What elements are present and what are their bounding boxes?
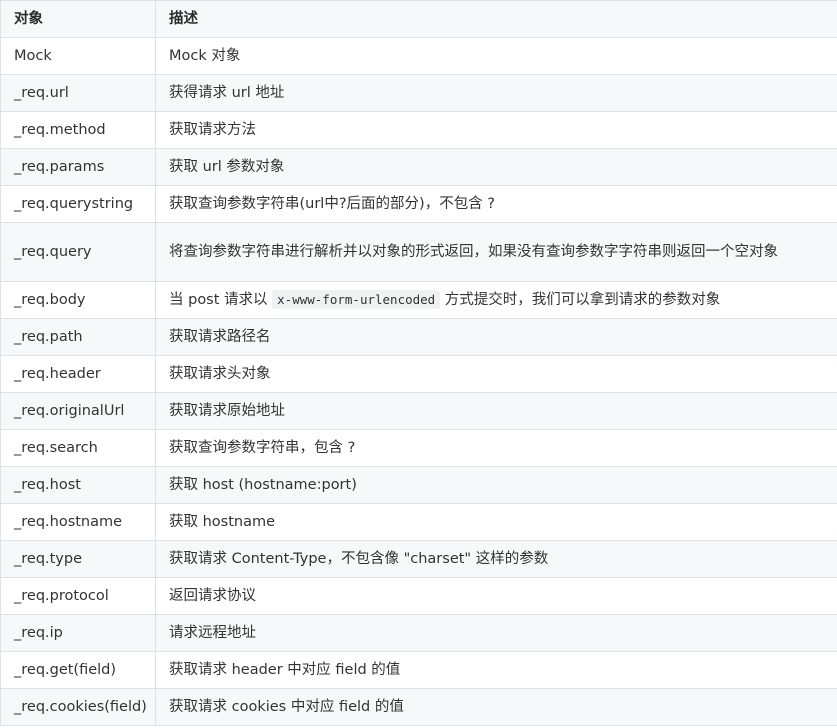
description-cell: 获取请求路径名 (155, 318, 837, 356)
object-cell: _req.hostname (0, 503, 156, 541)
description-cell: 获取查询参数字符串(url中?后面的部分)，不包含 ? (155, 185, 837, 223)
object-cell: _req.search (0, 429, 156, 467)
object-cell: _req.get(field) (0, 651, 156, 689)
table-row: _req.type 获取请求 Content-Type，不包含像 "charse… (0, 540, 837, 578)
table-row: _req.get(field) 获取请求 header 中对应 field 的值 (0, 651, 837, 689)
object-cell: _req.method (0, 111, 156, 149)
object-cell: _req.type (0, 540, 156, 578)
description-cell: 获得请求 url 地址 (155, 74, 837, 112)
table-row: _req.path 获取请求路径名 (0, 318, 837, 356)
description-cell: 获取请求头对象 (155, 355, 837, 393)
object-cell: _req.url (0, 74, 156, 112)
table-row: _req.header 获取请求头对象 (0, 355, 837, 393)
object-cell: _req.params (0, 148, 156, 186)
object-cell: _req.header (0, 355, 156, 393)
description-cell: 获取请求原始地址 (155, 392, 837, 430)
description-cell: 请求远程地址 (155, 614, 837, 652)
object-cell: _req.originalUrl (0, 392, 156, 430)
table-row: _req.url 获得请求 url 地址 (0, 74, 837, 112)
table-row: Mock Mock 对象 (0, 37, 837, 75)
table-row: _req.originalUrl 获取请求原始地址 (0, 392, 837, 430)
object-cell: _req.ip (0, 614, 156, 652)
description-cell: 返回请求协议 (155, 577, 837, 615)
description-cell: 获取请求 cookies 中对应 field 的值 (155, 688, 837, 726)
description-cell: 获取请求 Content-Type，不包含像 "charset" 这样的参数 (155, 540, 837, 578)
table-header-row: 对象 描述 (0, 0, 837, 38)
object-cell: Mock (0, 37, 156, 75)
description-cell: 将查询参数字符串进行解析并以对象的形式返回，如果没有查询参数字字符串则返回一个空… (155, 222, 837, 282)
table-row: _req.ip 请求远程地址 (0, 614, 837, 652)
object-cell: _req.query (0, 222, 156, 282)
description-cell: 获取查询参数字符串，包含 ? (155, 429, 837, 467)
description-text: 当 post 请求以 (169, 292, 273, 308)
description-cell: 获取 url 参数对象 (155, 148, 837, 186)
table-row: _req.body 当 post 请求以 x-www-form-urlencod… (0, 281, 837, 319)
object-cell: _req.querystring (0, 185, 156, 223)
table-row: _req.cookies(field) 获取请求 cookies 中对应 fie… (0, 688, 837, 726)
header-object: 对象 (0, 0, 156, 38)
description-cell: 获取 host (hostname:port) (155, 466, 837, 504)
table-row: _req.querystring 获取查询参数字符串(url中?后面的部分)，不… (0, 185, 837, 223)
table-row: _req.protocol 返回请求协议 (0, 577, 837, 615)
object-cell: _req.body (0, 281, 156, 319)
description-text: 方式提交时，我们可以拿到请求的参数对象 (440, 292, 721, 308)
table-row: _req.query 将查询参数字符串进行解析并以对象的形式返回，如果没有查询参… (0, 222, 837, 282)
description-cell: 获取请求方法 (155, 111, 837, 149)
table-row: _req.search 获取查询参数字符串，包含 ? (0, 429, 837, 467)
object-cell: _req.path (0, 318, 156, 356)
inline-code: x-www-form-urlencoded (272, 290, 441, 309)
header-description: 描述 (155, 0, 837, 38)
table-row: _req.params 获取 url 参数对象 (0, 148, 837, 186)
table-row: _req.hostname 获取 hostname (0, 503, 837, 541)
description-cell: 获取 hostname (155, 503, 837, 541)
api-table: 对象 描述 Mock Mock 对象 _req.url 获得请求 url 地址 … (0, 0, 837, 726)
description-cell: 获取请求 header 中对应 field 的值 (155, 651, 837, 689)
table-row: _req.host 获取 host (hostname:port) (0, 466, 837, 504)
description-cell: Mock 对象 (155, 37, 837, 75)
object-cell: _req.protocol (0, 577, 156, 615)
object-cell: _req.host (0, 466, 156, 504)
description-cell: 当 post 请求以 x-www-form-urlencoded 方式提交时，我… (155, 281, 837, 319)
table-row: _req.method 获取请求方法 (0, 111, 837, 149)
object-cell: _req.cookies(field) (0, 688, 156, 726)
